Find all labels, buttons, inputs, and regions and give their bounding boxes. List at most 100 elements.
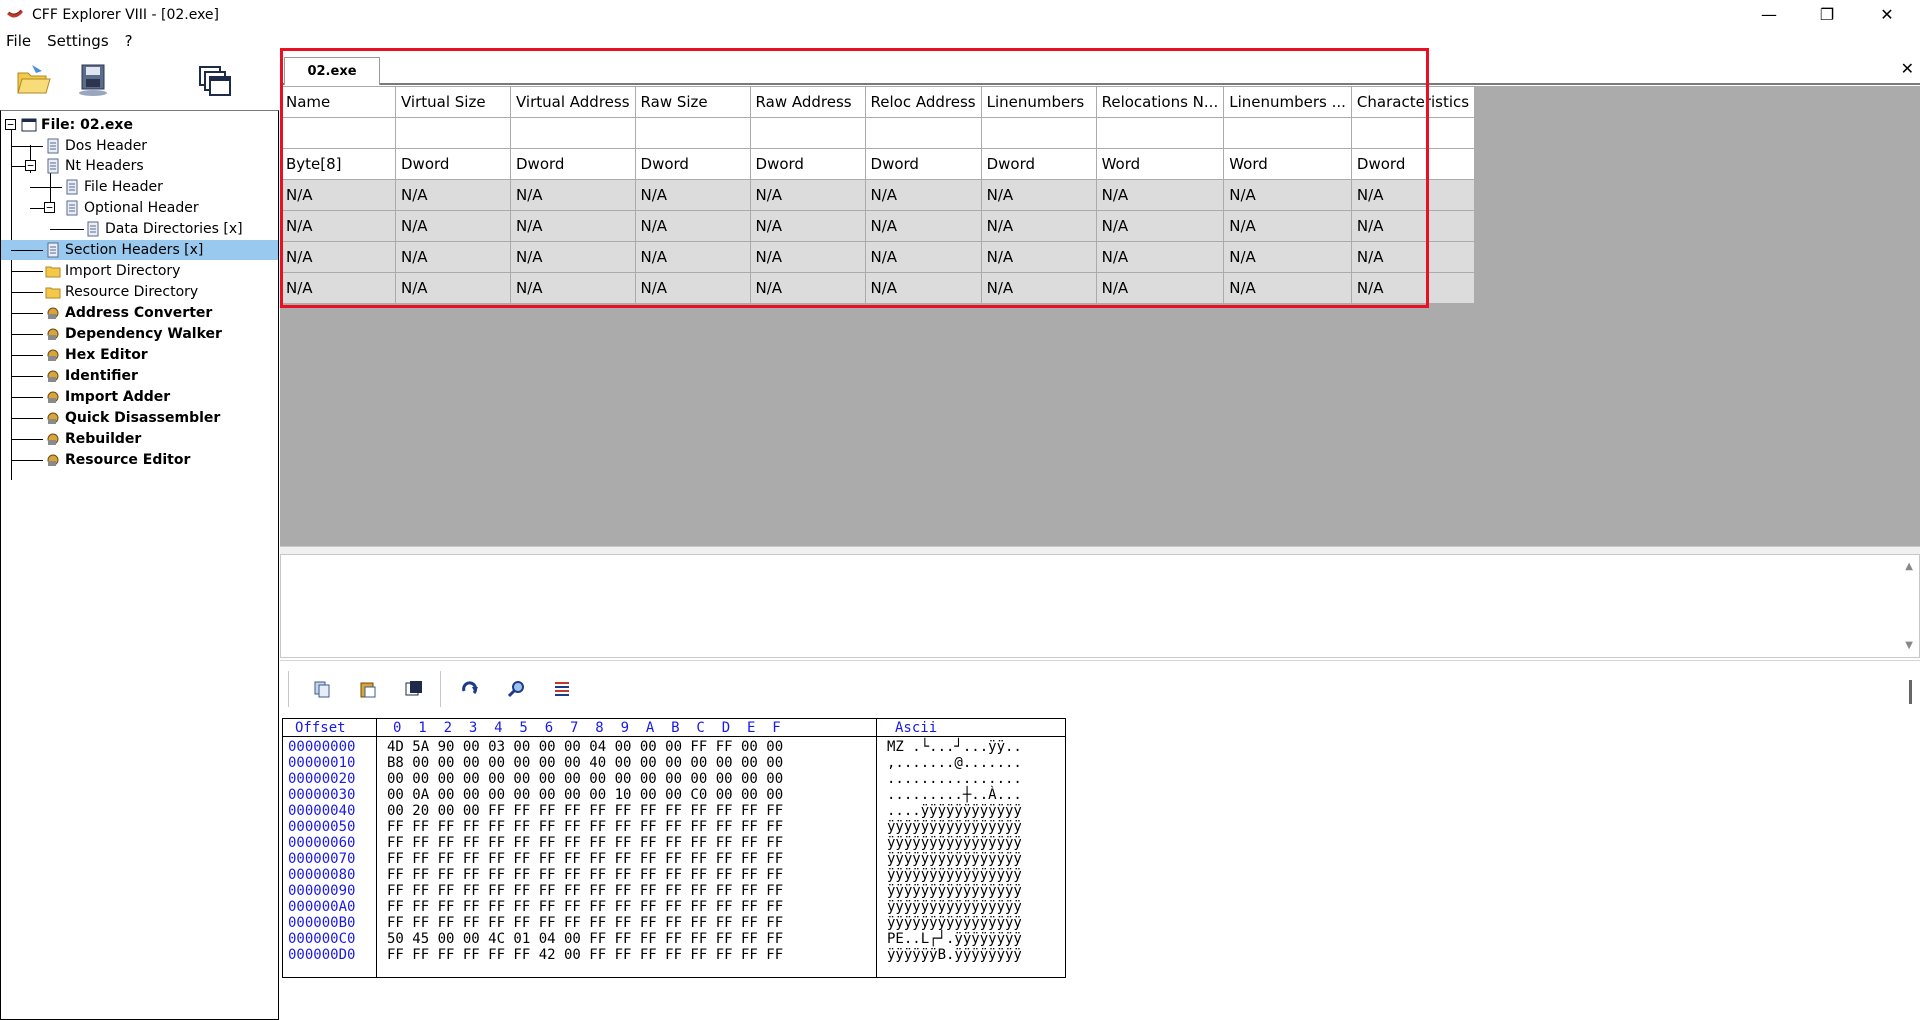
- table-cell[interactable]: N/A: [749, 241, 866, 273]
- hex-row[interactable]: 00 20 00 00 FF FF FF FF FF FF FF FF FF F…: [387, 803, 783, 819]
- table-cell[interactable]: Dword: [980, 148, 1097, 180]
- save-file-button[interactable]: [72, 59, 114, 101]
- menu-help[interactable]: ?: [119, 32, 139, 50]
- table-cell[interactable]: N/A: [980, 241, 1097, 273]
- hex-row[interactable]: FF FF FF FF FF FF FF FF FF FF FF FF FF F…: [387, 851, 783, 867]
- select-block-button[interactable]: [400, 675, 428, 703]
- table-cell[interactable]: N/A: [1350, 272, 1476, 304]
- ascii-row[interactable]: ....ÿÿÿÿÿÿÿÿÿÿÿÿ: [887, 803, 1022, 819]
- column-header[interactable]: Raw Address: [749, 86, 866, 118]
- hex-row[interactable]: B8 00 00 00 00 00 00 00 40 00 00 00 00 0…: [387, 755, 783, 771]
- table-cell[interactable]: [1223, 117, 1352, 149]
- tree-item-section-headers[interactable]: Section Headers [x]: [1, 240, 278, 260]
- table-cell[interactable]: N/A: [864, 179, 982, 211]
- ascii-row[interactable]: ÿÿÿÿÿÿÿÿÿÿÿÿÿÿÿÿ: [887, 819, 1022, 835]
- hex-row[interactable]: FF FF FF FF FF FF FF FF FF FF FF FF FF F…: [387, 883, 783, 899]
- tree-item-identifier[interactable]: Identifier: [45, 366, 138, 386]
- table-cell[interactable]: Dword: [1350, 148, 1476, 180]
- table-cell[interactable]: [980, 117, 1097, 149]
- open-file-button[interactable]: [12, 59, 54, 101]
- hex-row[interactable]: FF FF FF FF FF FF FF FF FF FF FF FF FF F…: [387, 835, 783, 851]
- tree-item-data-directories[interactable]: Data Directories [x]: [85, 219, 243, 239]
- ascii-row[interactable]: ÿÿÿÿÿÿÿÿÿÿÿÿÿÿÿÿ: [887, 899, 1022, 915]
- paste-button[interactable]: [354, 675, 382, 703]
- search-button[interactable]: [502, 675, 530, 703]
- restore-button[interactable]: ❐: [1798, 0, 1856, 29]
- tree-item-rebuilder[interactable]: Rebuilder: [45, 429, 141, 449]
- table-cell[interactable]: N/A: [510, 241, 636, 273]
- column-header[interactable]: Characteristics: [1350, 86, 1476, 118]
- table-cell[interactable]: Byte[8]: [280, 148, 396, 180]
- column-header[interactable]: Virtual Address: [510, 86, 636, 118]
- column-header[interactable]: Name: [280, 86, 396, 118]
- tree-item-import-directory[interactable]: Import Directory: [45, 261, 180, 281]
- table-cell[interactable]: [634, 117, 751, 149]
- column-header[interactable]: Virtual Size: [395, 86, 511, 118]
- hex-row[interactable]: FF FF FF FF FF FF FF FF FF FF FF FF FF F…: [387, 915, 783, 931]
- table-cell[interactable]: N/A: [1350, 241, 1476, 273]
- tab-02-exe[interactable]: 02.exe: [284, 57, 380, 85]
- minimize-button[interactable]: —: [1740, 0, 1798, 29]
- table-cell[interactable]: N/A: [1350, 179, 1476, 211]
- ascii-row[interactable]: ÿÿÿÿÿÿÿÿÿÿÿÿÿÿÿÿ: [887, 835, 1022, 851]
- hex-row[interactable]: FF FF FF FF FF FF FF FF FF FF FF FF FF F…: [387, 899, 783, 915]
- table-cell[interactable]: N/A: [749, 272, 866, 304]
- ascii-row[interactable]: ÿÿÿÿÿÿÿÿÿÿÿÿÿÿÿÿ: [887, 851, 1022, 867]
- ascii-row[interactable]: .........┼..À...: [887, 787, 1022, 803]
- column-header[interactable]: Relocations N...: [1095, 86, 1225, 118]
- table-cell[interactable]: [510, 117, 636, 149]
- hex-row[interactable]: 00 0A 00 00 00 00 00 00 00 10 00 00 C0 0…: [387, 787, 783, 803]
- tree-item-file-header[interactable]: File Header: [64, 177, 163, 197]
- table-cell[interactable]: Dword: [510, 148, 636, 180]
- table-cell[interactable]: N/A: [1095, 241, 1225, 273]
- table-cell[interactable]: N/A: [749, 210, 866, 242]
- table-cell[interactable]: N/A: [980, 272, 1097, 304]
- expand-nt-headers-toggle[interactable]: −: [25, 160, 36, 171]
- expand-optional-header-toggle[interactable]: −: [44, 202, 55, 213]
- tree-item-optional-header[interactable]: Optional Header: [64, 198, 199, 218]
- tree-item-resource-directory[interactable]: Resource Directory: [45, 282, 198, 302]
- column-header[interactable]: Linenumbers ...: [1223, 86, 1352, 118]
- ascii-row[interactable]: ÿÿÿÿÿÿÿÿÿÿÿÿÿÿÿÿ: [887, 915, 1022, 931]
- scroll-up-icon[interactable]: ▲: [1905, 561, 1913, 572]
- table-cell[interactable]: N/A: [749, 179, 866, 211]
- table-cell[interactable]: N/A: [1223, 179, 1352, 211]
- table-cell[interactable]: N/A: [510, 210, 636, 242]
- list-options-button[interactable]: [548, 675, 576, 703]
- copy-button[interactable]: [308, 675, 336, 703]
- close-window-button[interactable]: ✕: [1858, 0, 1916, 29]
- table-cell[interactable]: N/A: [280, 210, 396, 242]
- menu-file[interactable]: File: [0, 32, 37, 50]
- hex-bytes-column[interactable]: 0 1 2 3 4 5 6 7 8 9 A B C D E F 4D 5A 90…: [377, 719, 877, 977]
- table-cell[interactable]: N/A: [395, 210, 511, 242]
- table-cell[interactable]: Word: [1095, 148, 1225, 180]
- hex-view[interactable]: Offset 00000000 00000010 00000020 000000…: [282, 718, 1066, 978]
- tree-item-resource-editor[interactable]: Resource Editor: [45, 450, 190, 470]
- table-cell[interactable]: Dword: [749, 148, 866, 180]
- table-cell[interactable]: N/A: [395, 272, 511, 304]
- table-cell[interactable]: N/A: [280, 272, 396, 304]
- table-cell[interactable]: N/A: [634, 241, 751, 273]
- hex-row[interactable]: FF FF FF FF FF FF FF FF FF FF FF FF FF F…: [387, 867, 783, 883]
- table-cell[interactable]: N/A: [1223, 210, 1352, 242]
- column-header[interactable]: Raw Size: [634, 86, 751, 118]
- tree-item-dependency-walker[interactable]: Dependency Walker: [45, 324, 222, 344]
- close-tab-button[interactable]: ✕: [1901, 59, 1914, 78]
- hex-row[interactable]: FF FF FF FF FF FF 42 00 FF FF FF FF FF F…: [387, 947, 783, 963]
- table-cell[interactable]: [395, 117, 511, 149]
- tree-item-hex-editor[interactable]: Hex Editor: [45, 345, 148, 365]
- ascii-row[interactable]: ÿÿÿÿÿÿÿÿÿÿÿÿÿÿÿÿ: [887, 867, 1022, 883]
- table-cell[interactable]: N/A: [280, 179, 396, 211]
- tree-item-import-adder[interactable]: Import Adder: [45, 387, 170, 407]
- hex-row[interactable]: 50 45 00 00 4C 01 04 00 FF FF FF FF FF F…: [387, 931, 783, 947]
- table-cell[interactable]: N/A: [1095, 210, 1225, 242]
- table-cell[interactable]: N/A: [1223, 241, 1352, 273]
- pane-splitter[interactable]: [280, 546, 1920, 554]
- tree-item-address-converter[interactable]: Address Converter: [45, 303, 212, 323]
- table-cell[interactable]: [864, 117, 982, 149]
- table-cell[interactable]: N/A: [510, 272, 636, 304]
- menu-settings[interactable]: Settings: [41, 32, 115, 50]
- table-cell[interactable]: N/A: [1095, 272, 1225, 304]
- table-cell[interactable]: N/A: [1223, 272, 1352, 304]
- column-header[interactable]: Linenumbers: [980, 86, 1097, 118]
